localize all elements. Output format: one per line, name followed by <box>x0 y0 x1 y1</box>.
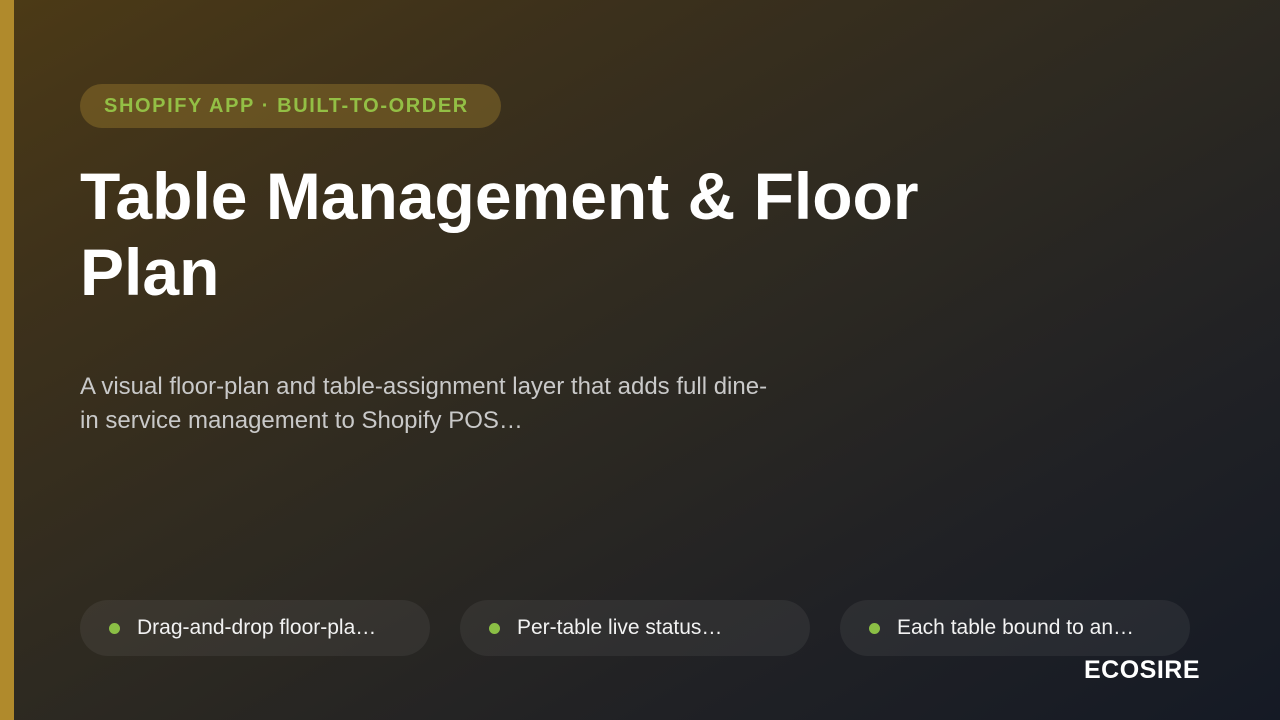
page-title: Table Management & Floor Plan <box>80 159 919 309</box>
category-pill-label: SHOPIFY APP · BUILT-TO-ORDER <box>104 94 469 117</box>
feature-chip-label: Per-table live status… <box>517 616 723 639</box>
feature-chip-floor-plan: Drag-and-drop floor-pla… <box>80 600 430 656</box>
category-pill: SHOPIFY APP · BUILT-TO-ORDER <box>80 84 501 128</box>
bullet-dot-icon <box>109 622 120 634</box>
feature-chip-live-status: Per-table live status… <box>460 600 810 656</box>
brand-logo: ECOSIRE <box>1083 656 1200 684</box>
feature-chip-table-binding: Each table bound to an… <box>840 600 1190 656</box>
bullet-dot-icon <box>489 622 500 634</box>
feature-chip-label: Each table bound to an… <box>897 616 1135 639</box>
bullet-dot-icon <box>869 622 880 634</box>
page-description: A visual floor-plan and table-assignment… <box>80 373 768 434</box>
feature-chip-label: Drag-and-drop floor-pla… <box>137 616 377 639</box>
app-promo-slide: SHOPIFY APP · BUILT-TO-ORDER Table Manag… <box>0 0 1280 720</box>
accent-bar <box>0 0 14 720</box>
